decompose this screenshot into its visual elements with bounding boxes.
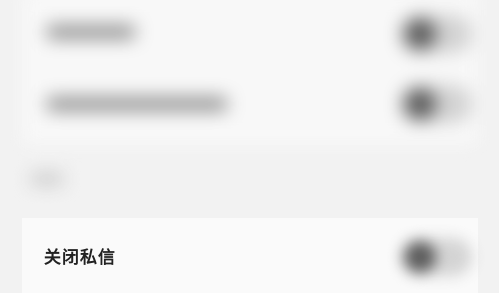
settings-card-top xyxy=(22,0,478,145)
settings-card-bottom: 关闭私信 xyxy=(22,218,478,293)
toggle-switch-2[interactable] xyxy=(400,85,472,123)
blurred-row-label-1 xyxy=(46,25,136,39)
close-dm-toggle[interactable] xyxy=(400,238,472,276)
close-dm-label: 关闭私信 xyxy=(44,248,116,268)
blurred-settings-area xyxy=(0,0,499,215)
toggle-knob xyxy=(404,241,436,273)
blurred-row-label-2 xyxy=(46,97,228,111)
toggle-switch-1[interactable] xyxy=(400,15,472,53)
blurred-section-header xyxy=(30,173,64,185)
settings-screen: 关闭私信 xyxy=(0,0,499,293)
toggle-knob xyxy=(404,88,436,120)
toggle-knob xyxy=(404,18,436,50)
